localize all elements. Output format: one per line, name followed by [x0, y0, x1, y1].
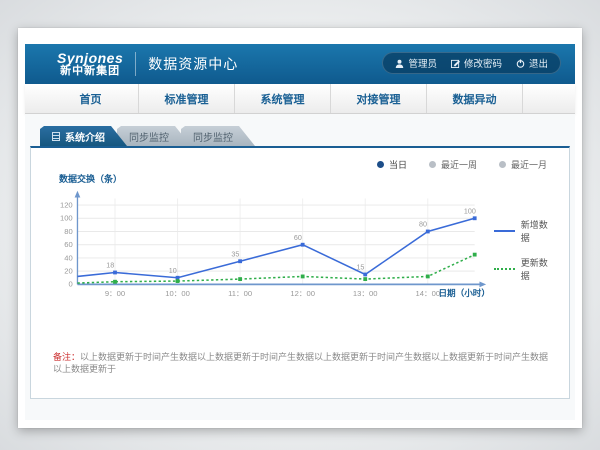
tab-label: 系统介绍 — [65, 129, 105, 144]
filter-today[interactable]: 当日 — [377, 158, 407, 171]
svg-text:80: 80 — [64, 227, 72, 236]
change-password-button[interactable]: 修改密码 — [451, 56, 502, 70]
logo-text: Synjones — [57, 51, 123, 66]
edit-icon — [451, 59, 460, 68]
svg-text:20: 20 — [64, 267, 72, 276]
admin-button[interactable]: 管理员 — [395, 56, 437, 70]
svg-text:10：00: 10：00 — [165, 289, 190, 298]
power-icon — [516, 59, 525, 68]
line-chart: 0 20 40 60 80 100 120 9：00 10：00 11：00 12：00 13：00 1… — [45, 186, 492, 314]
brand-logo: Synjones 新中新集团 — [57, 51, 123, 77]
app-header: Synjones 新中新集团 数据资源中心 管理员 修改密码 — [25, 44, 575, 84]
admin-label: 管理员 — [408, 56, 437, 70]
legend-updated-data[interactable]: 更新数据 — [494, 256, 555, 282]
legend-label: 更新数据 — [521, 256, 555, 282]
filter-label: 当日 — [389, 158, 407, 171]
tab-label: 同步监控 — [193, 129, 233, 144]
nav-item-standard-mgmt[interactable]: 标准管理 — [139, 84, 235, 113]
tab-bar: 系统介绍 同步监控 同步监控 — [40, 126, 570, 146]
footnote: 备注：以上数据更新于时间产生数据以上数据更新于时间产生数据以上数据更新于时间产生… — [53, 352, 555, 375]
footnote-text: 以上数据更新于时间产生数据以上数据更新于时间产生数据以上数据更新于时间产生数据以… — [53, 352, 548, 374]
logo-subtext: 新中新集团 — [60, 66, 120, 78]
radio-dot — [429, 161, 436, 168]
chart-row: 0 20 40 60 80 100 120 9：00 10：00 11：00 12：00 13：00 1… — [45, 186, 555, 314]
filter-label: 最近一月 — [511, 158, 547, 171]
user-menu: 管理员 修改密码 退出 — [382, 52, 561, 74]
tab-sync-monitor-2[interactable]: 同步监控 — [181, 126, 255, 146]
tab-label: 同步监控 — [129, 129, 169, 144]
nav-item-home[interactable]: 首页 — [43, 84, 139, 113]
line-sample-solid — [494, 230, 515, 232]
chart-legend: 新增数据 更新数据 — [494, 218, 555, 282]
svg-text:120: 120 — [60, 200, 73, 209]
time-filter-group: 当日 最近一周 最近一月 — [45, 156, 555, 172]
radio-dot — [499, 161, 506, 168]
tab-sync-monitor-1[interactable]: 同步监控 — [117, 126, 191, 146]
legend-label: 新增数据 — [521, 218, 555, 244]
footnote-prefix: 备注： — [53, 352, 80, 362]
filter-last-month[interactable]: 最近一月 — [499, 158, 547, 171]
svg-text:35: 35 — [231, 250, 239, 258]
svg-text:9：00: 9：00 — [105, 289, 125, 298]
nav-item-interface-mgmt[interactable]: 对接管理 — [331, 84, 427, 113]
app-window: Synjones 新中新集团 数据资源中心 管理员 修改密码 — [18, 28, 582, 428]
user-icon — [395, 59, 404, 68]
main-nav: 首页 标准管理 系统管理 对接管理 数据异动 — [25, 84, 575, 114]
svg-text:60: 60 — [294, 234, 302, 242]
svg-text:40: 40 — [64, 253, 72, 262]
svg-text:60: 60 — [64, 240, 72, 249]
logout-button[interactable]: 退出 — [516, 56, 548, 70]
filter-label: 最近一周 — [441, 158, 477, 171]
svg-text:14：00: 14：00 — [415, 289, 440, 298]
content-area: 系统介绍 同步监控 同步监控 当日 最近一周 — [25, 114, 575, 420]
tab-system-intro[interactable]: 系统介绍 — [40, 126, 127, 146]
svg-text:18: 18 — [106, 262, 114, 270]
svg-text:100: 100 — [60, 214, 73, 223]
svg-text:0: 0 — [68, 280, 72, 289]
nav-item-system-mgmt[interactable]: 系统管理 — [235, 84, 331, 113]
y-axis-title: 数据交换（条） — [59, 172, 555, 186]
radio-dot — [377, 161, 384, 168]
svg-text:13：00: 13：00 — [353, 289, 378, 298]
svg-text:日期（小时）: 日期（小时） — [438, 287, 489, 298]
svg-text:15: 15 — [356, 264, 364, 272]
chart-panel: 当日 最近一周 最近一月 数据交换（条） 0 20 40 60 80 100 120 9：00… — [30, 146, 570, 399]
line-sample-dotted — [494, 268, 515, 270]
svg-text:100: 100 — [464, 207, 476, 215]
logout-label: 退出 — [529, 56, 548, 70]
svg-text:12：00: 12：00 — [290, 289, 315, 298]
filter-last-week[interactable]: 最近一周 — [429, 158, 477, 171]
change-password-label: 修改密码 — [464, 56, 502, 70]
app-title: 数据资源中心 — [148, 54, 238, 74]
nav-item-data-change[interactable]: 数据异动 — [427, 84, 523, 113]
svg-text:10: 10 — [169, 267, 177, 275]
svg-text:80: 80 — [419, 221, 427, 229]
svg-text:11：00: 11：00 — [228, 289, 252, 298]
legend-new-data[interactable]: 新增数据 — [494, 218, 555, 244]
document-icon — [52, 132, 60, 141]
header-divider — [135, 52, 136, 76]
